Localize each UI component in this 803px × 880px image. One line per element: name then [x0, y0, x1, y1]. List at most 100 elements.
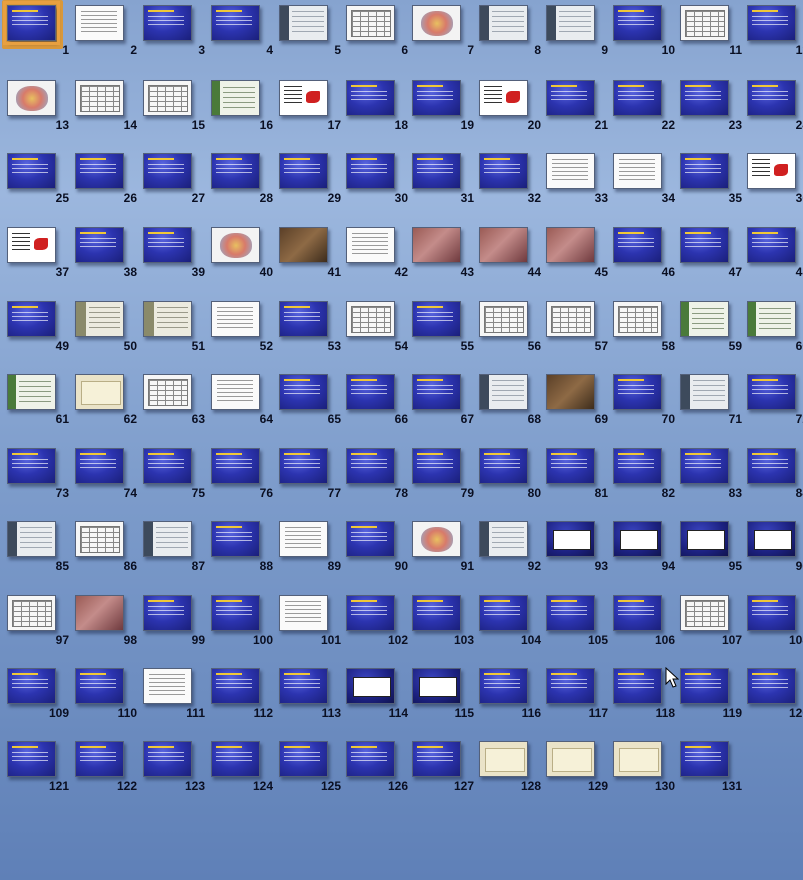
slide-thumbnail[interactable]: 34	[613, 153, 675, 209]
slide-preview[interactable]	[412, 80, 461, 116]
slide-preview[interactable]	[546, 374, 595, 410]
slide-thumbnail[interactable]: 52	[211, 301, 273, 357]
slide-preview[interactable]	[75, 374, 124, 410]
slide-thumbnail[interactable]: 92	[479, 521, 541, 577]
slide-thumbnail[interactable]: 8	[479, 5, 541, 61]
slide-preview[interactable]	[479, 741, 528, 777]
slide-thumbnail[interactable]: 76	[211, 448, 273, 504]
slide-preview[interactable]	[546, 741, 595, 777]
slide-thumbnail[interactable]: 127	[412, 741, 474, 797]
slide-thumbnail[interactable]: 11	[680, 5, 742, 61]
slide-thumbnail[interactable]: 56	[479, 301, 541, 357]
slide-thumbnail[interactable]: 73	[7, 448, 69, 504]
slide-thumbnail[interactable]: 82	[613, 448, 675, 504]
slide-preview[interactable]	[75, 448, 124, 484]
slide-thumbnail[interactable]: 58	[613, 301, 675, 357]
slide-thumbnail[interactable]: 128	[479, 741, 541, 797]
slide-preview[interactable]	[346, 80, 395, 116]
slide-thumbnail[interactable]: 26	[75, 153, 137, 209]
slide-preview[interactable]	[7, 80, 56, 116]
slide-preview[interactable]	[546, 448, 595, 484]
slide-preview[interactable]	[613, 668, 662, 704]
slide-preview[interactable]	[412, 374, 461, 410]
slide-preview[interactable]	[412, 668, 461, 704]
slide-thumbnail[interactable]: 125	[279, 741, 341, 797]
slide-thumbnail[interactable]: 102	[346, 595, 408, 651]
slide-preview[interactable]	[747, 5, 796, 41]
slide-thumbnail[interactable]: 115	[412, 668, 474, 724]
slide-preview[interactable]	[479, 5, 528, 41]
slide-preview[interactable]	[546, 80, 595, 116]
slide-thumbnail[interactable]: 122	[75, 741, 137, 797]
slide-thumbnail[interactable]: 44	[479, 227, 541, 283]
slide-thumbnail[interactable]: 27	[143, 153, 205, 209]
slide-preview[interactable]	[279, 227, 328, 263]
slide-preview[interactable]	[680, 374, 729, 410]
slide-thumbnail[interactable]: 114	[346, 668, 408, 724]
slide-thumbnail[interactable]: 84	[747, 448, 803, 504]
slide-preview[interactable]	[279, 301, 328, 337]
slide-preview[interactable]	[143, 153, 192, 189]
slide-thumbnail[interactable]: 14	[75, 80, 137, 136]
slide-thumbnail[interactable]: 70	[613, 374, 675, 430]
slide-thumbnail[interactable]: 85	[7, 521, 69, 577]
slide-preview[interactable]	[7, 668, 56, 704]
slide-thumbnail[interactable]: 13	[7, 80, 69, 136]
slide-preview[interactable]	[7, 301, 56, 337]
slide-thumbnail[interactable]: 91	[412, 521, 474, 577]
slide-thumbnail[interactable]: 24	[747, 80, 803, 136]
slide-thumbnail[interactable]: 28	[211, 153, 273, 209]
slide-thumbnail[interactable]: 42	[346, 227, 408, 283]
slide-preview[interactable]	[75, 227, 124, 263]
slide-thumbnail[interactable]: 74	[75, 448, 137, 504]
slide-preview[interactable]	[279, 374, 328, 410]
slide-thumbnail[interactable]: 40	[211, 227, 273, 283]
slide-preview[interactable]	[143, 374, 192, 410]
slide-preview[interactable]	[747, 301, 796, 337]
slide-preview[interactable]	[747, 595, 796, 631]
slide-thumbnail[interactable]: 7	[412, 5, 474, 61]
slide-thumbnail[interactable]: 51	[143, 301, 205, 357]
slide-preview[interactable]	[412, 227, 461, 263]
slide-thumbnail[interactable]: 110	[75, 668, 137, 724]
slide-preview[interactable]	[7, 448, 56, 484]
slide-thumbnail[interactable]: 93	[546, 521, 608, 577]
slide-preview[interactable]	[680, 153, 729, 189]
slide-preview[interactable]	[143, 741, 192, 777]
slide-preview[interactable]	[3, 1, 60, 45]
slide-thumbnail[interactable]: 96	[747, 521, 803, 577]
slide-preview[interactable]	[75, 595, 124, 631]
slide-thumbnail[interactable]: 78	[346, 448, 408, 504]
slide-thumbnail[interactable]: 48	[747, 227, 803, 283]
slide-preview[interactable]	[747, 448, 796, 484]
slide-preview[interactable]	[346, 741, 395, 777]
slide-preview[interactable]	[680, 301, 729, 337]
slide-thumbnail[interactable]: 3	[143, 5, 205, 61]
slide-preview[interactable]	[75, 741, 124, 777]
slide-thumbnail[interactable]: 54	[346, 301, 408, 357]
slide-thumbnail[interactable]: 53	[279, 301, 341, 357]
slide-preview[interactable]	[75, 668, 124, 704]
slide-thumbnail[interactable]: 17	[279, 80, 341, 136]
slide-preview[interactable]	[75, 5, 124, 41]
slide-preview[interactable]	[613, 5, 662, 41]
slide-thumbnail[interactable]: 123	[143, 741, 205, 797]
slide-thumbnail[interactable]: 1	[2, 0, 69, 61]
slide-preview[interactable]	[211, 741, 260, 777]
slide-thumbnail[interactable]: 109	[7, 668, 69, 724]
slide-thumbnail[interactable]: 112	[211, 668, 273, 724]
slide-thumbnail[interactable]: 46	[613, 227, 675, 283]
slide-preview[interactable]	[479, 374, 528, 410]
slide-thumbnail[interactable]: 103	[412, 595, 474, 651]
slide-thumbnail[interactable]: 4	[211, 5, 273, 61]
slide-preview[interactable]	[211, 227, 260, 263]
slide-preview[interactable]	[680, 741, 729, 777]
slide-preview[interactable]	[279, 5, 328, 41]
slide-thumbnail[interactable]: 43	[412, 227, 474, 283]
slide-preview[interactable]	[479, 80, 528, 116]
slide-preview[interactable]	[211, 595, 260, 631]
slide-thumbnail[interactable]: 57	[546, 301, 608, 357]
slide-thumbnail[interactable]: 119	[680, 668, 742, 724]
slide-thumbnail[interactable]: 33	[546, 153, 608, 209]
slide-preview[interactable]	[479, 227, 528, 263]
